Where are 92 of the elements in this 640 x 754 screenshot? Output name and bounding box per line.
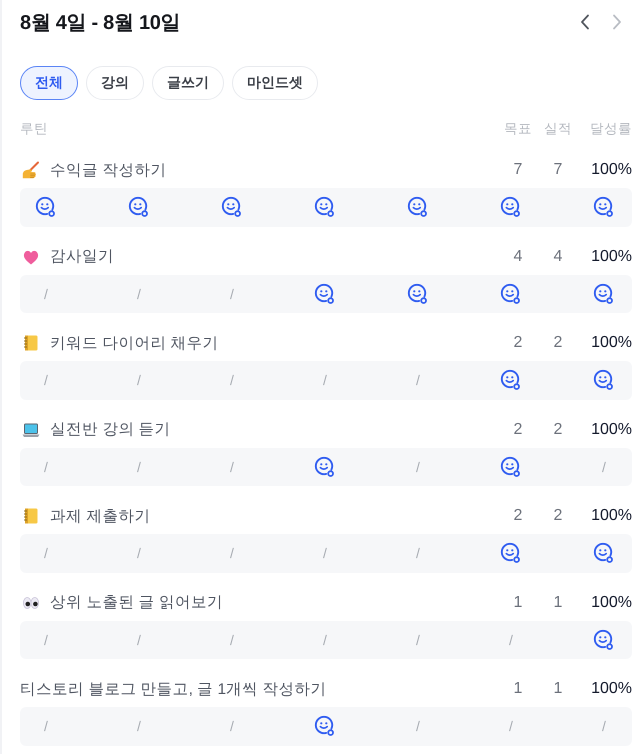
empty-day-mark[interactable]: / bbox=[230, 372, 234, 388]
empty-day-mark[interactable]: / bbox=[602, 458, 606, 475]
goal-column-header: 목표 bbox=[503, 120, 533, 138]
smiley-icon[interactable] bbox=[500, 542, 522, 564]
achievement-rate: 100% bbox=[590, 507, 632, 525]
smiley-icon[interactable] bbox=[314, 456, 336, 478]
empty-day-mark[interactable]: / bbox=[416, 545, 420, 562]
empty-day-mark[interactable]: / bbox=[137, 372, 141, 388]
empty-day-mark[interactable]: / bbox=[416, 632, 420, 648]
empty-day-mark[interactable]: / bbox=[137, 545, 141, 562]
empty-day-mark[interactable]: / bbox=[323, 372, 327, 388]
empty-day-mark[interactable]: / bbox=[509, 718, 513, 734]
actual-count: 2 bbox=[552, 507, 564, 525]
writing-hand-icon bbox=[22, 161, 40, 179]
routine-name: 수익글 작성하기 bbox=[50, 160, 168, 180]
goal-count: 7 bbox=[512, 161, 524, 179]
smiley-icon[interactable] bbox=[500, 196, 522, 218]
actual-count: 7 bbox=[552, 161, 564, 179]
category-tab[interactable]: 마인드셋 bbox=[232, 66, 318, 100]
achievement-rate: 100% bbox=[590, 420, 632, 438]
smiley-icon[interactable] bbox=[500, 456, 522, 478]
actual-count: 1 bbox=[552, 680, 564, 698]
goal-count: 2 bbox=[512, 507, 524, 525]
actual-column-header: 실적 bbox=[543, 120, 573, 138]
goal-count: 2 bbox=[512, 420, 524, 438]
empty-day-mark[interactable]: / bbox=[44, 718, 48, 734]
empty-day-mark[interactable]: / bbox=[230, 458, 234, 475]
routine-name: 티스토리 블로그 만들고, 글 1개씩 작성하기 bbox=[20, 680, 328, 700]
smiley-icon[interactable] bbox=[314, 282, 336, 305]
empty-day-mark[interactable]: / bbox=[230, 545, 234, 562]
smiley-icon[interactable] bbox=[128, 196, 150, 218]
smiley-icon[interactable] bbox=[314, 715, 336, 738]
smiley-icon[interactable] bbox=[314, 196, 336, 218]
chevron-right-icon bbox=[612, 14, 622, 30]
achievement-rate: 100% bbox=[590, 680, 632, 698]
achievement-rate: 100% bbox=[590, 334, 632, 352]
routine-name: 실전반 강의 듣기 bbox=[50, 420, 172, 440]
routine-name: 상위 노출된 글 읽어보기 bbox=[50, 593, 224, 613]
empty-day-mark[interactable]: / bbox=[44, 632, 48, 648]
rate-column-header: 달성률 bbox=[589, 120, 632, 138]
achievement-rate: 100% bbox=[590, 594, 632, 612]
empty-day-mark[interactable]: / bbox=[230, 632, 234, 648]
notebook-icon bbox=[22, 507, 40, 525]
empty-day-mark[interactable]: / bbox=[137, 458, 141, 475]
routine-column-header: 루틴 bbox=[20, 120, 49, 138]
laptop-icon bbox=[22, 420, 40, 438]
empty-day-mark[interactable]: / bbox=[137, 718, 141, 734]
routine-name: 키워드 다이어리 채우기 bbox=[50, 334, 220, 354]
empty-day-mark[interactable]: / bbox=[137, 286, 141, 302]
category-tab[interactable]: 전체 bbox=[20, 66, 78, 100]
actual-count: 1 bbox=[552, 594, 564, 612]
actual-count: 2 bbox=[552, 334, 564, 352]
empty-day-mark[interactable]: / bbox=[44, 458, 48, 475]
routine-name: 감사일기 bbox=[50, 247, 115, 267]
goal-count: 2 bbox=[512, 334, 524, 352]
empty-day-mark[interactable]: / bbox=[230, 286, 234, 302]
goal-count: 1 bbox=[512, 680, 524, 698]
smiley-icon[interactable] bbox=[593, 196, 615, 218]
empty-day-mark[interactable]: / bbox=[416, 718, 420, 734]
smiley-icon[interactable] bbox=[593, 282, 615, 305]
empty-day-mark[interactable]: / bbox=[323, 545, 327, 562]
goal-count: 1 bbox=[512, 594, 524, 612]
chevron-left-icon bbox=[580, 14, 590, 30]
category-tab[interactable]: 강의 bbox=[86, 66, 144, 100]
empty-day-mark[interactable]: / bbox=[416, 458, 420, 475]
empty-day-mark[interactable]: / bbox=[509, 632, 513, 648]
empty-day-mark[interactable]: / bbox=[323, 632, 327, 648]
routine-name: 과제 제출하기 bbox=[50, 506, 152, 526]
smiley-icon[interactable] bbox=[407, 196, 429, 218]
empty-day-mark[interactable]: / bbox=[602, 718, 606, 734]
smiley-icon[interactable] bbox=[593, 542, 615, 564]
date-range-title: 8월 4일 - 8월 10일 bbox=[20, 10, 180, 36]
empty-day-mark[interactable]: / bbox=[44, 372, 48, 388]
actual-count: 4 bbox=[552, 248, 564, 266]
category-tab[interactable]: 글쓰기 bbox=[152, 66, 224, 100]
empty-day-mark[interactable]: / bbox=[416, 372, 420, 388]
empty-day-mark[interactable]: / bbox=[44, 545, 48, 562]
actual-count: 2 bbox=[552, 420, 564, 438]
smiley-icon[interactable] bbox=[221, 196, 243, 218]
goal-count: 4 bbox=[512, 248, 524, 266]
smiley-icon[interactable] bbox=[500, 369, 522, 392]
achievement-rate: 100% bbox=[590, 248, 632, 266]
smiley-icon[interactable] bbox=[407, 282, 429, 305]
achievement-rate: 100% bbox=[590, 161, 632, 179]
empty-day-mark[interactable]: / bbox=[44, 286, 48, 302]
empty-day-mark[interactable]: / bbox=[230, 718, 234, 734]
smiley-icon[interactable] bbox=[500, 282, 522, 305]
smiley-icon[interactable] bbox=[593, 369, 615, 392]
empty-day-mark[interactable]: / bbox=[137, 632, 141, 648]
notebook-icon bbox=[22, 334, 40, 352]
smiley-icon[interactable] bbox=[35, 196, 57, 218]
smiley-icon[interactable] bbox=[593, 628, 615, 651]
